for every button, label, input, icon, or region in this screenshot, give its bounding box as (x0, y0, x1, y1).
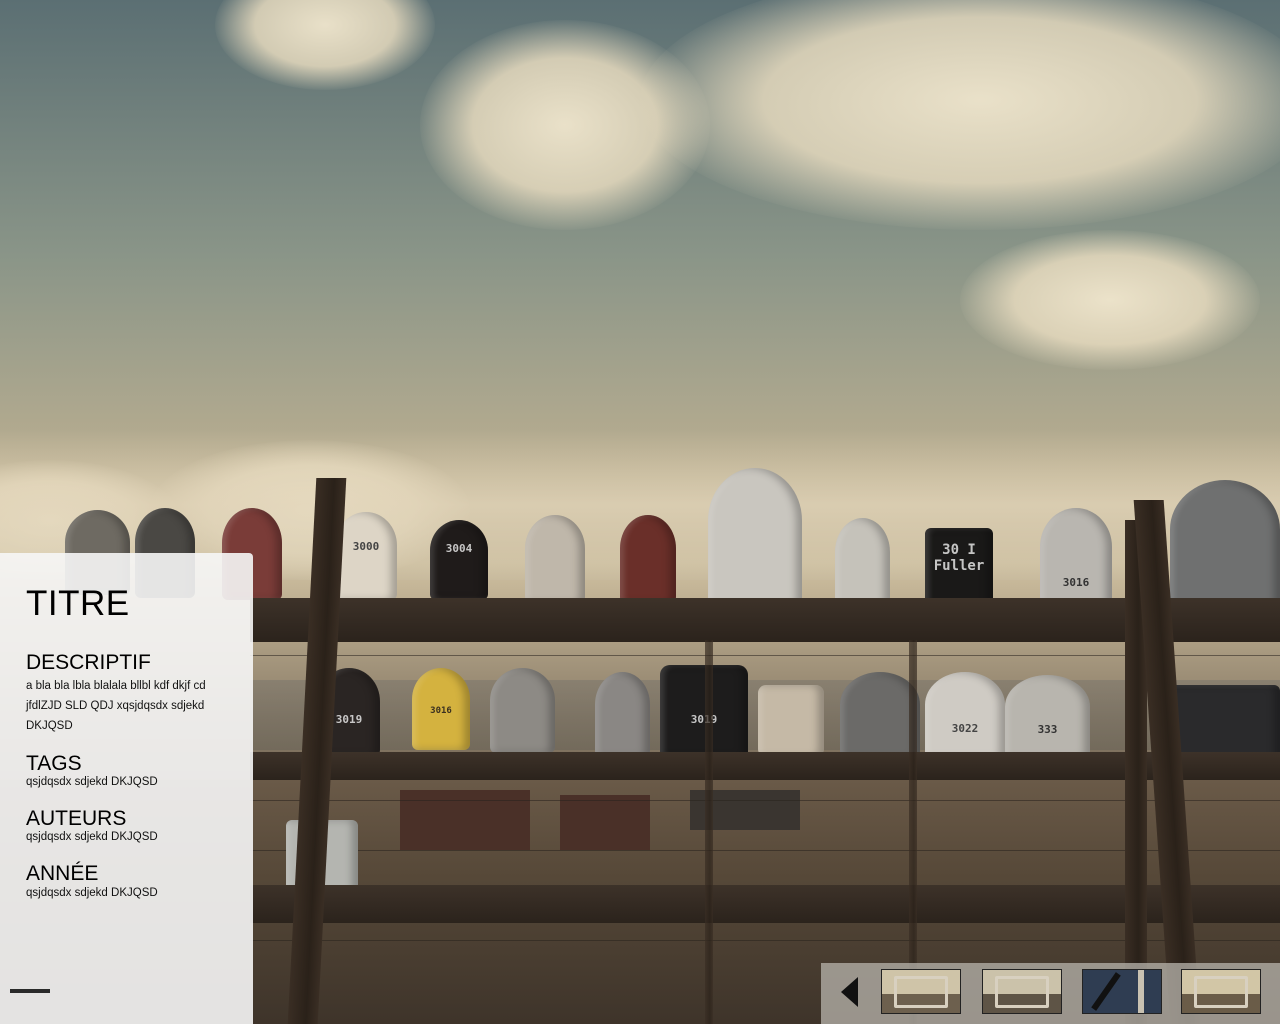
mailbox-number: 30 I Fuller (933, 542, 985, 574)
shed (400, 790, 530, 850)
shed (560, 795, 650, 850)
mailbox-number: 3019 (690, 713, 718, 726)
mailbox-number: 3016 (1062, 576, 1090, 589)
cloud (215, 0, 435, 90)
thumbnail-frame (1194, 976, 1248, 1008)
mailbox-number: 3016 (430, 706, 452, 716)
mailbox: 3000 (335, 512, 397, 600)
mailbox-number: 3022 (951, 722, 979, 735)
mailbox (595, 672, 650, 757)
mailbox (620, 515, 676, 603)
description-heading: DESCRIPTIF (26, 651, 151, 674)
fence-post (705, 640, 713, 1024)
mailbox: 3016 (1040, 508, 1112, 610)
mailbox: 3022 (925, 672, 1005, 758)
cloud (960, 230, 1260, 370)
mailbox (840, 672, 920, 758)
tags-heading: TAGS (26, 752, 82, 775)
thumbnail[interactable] (1082, 969, 1162, 1014)
mailbox (758, 685, 824, 757)
authors-heading: AUTEURS (26, 807, 127, 830)
mailbox: 3004 (430, 520, 488, 600)
minimize-panel-button[interactable] (10, 989, 50, 993)
thumbnail[interactable] (982, 969, 1062, 1014)
description-text: a bla bla lbla blalala bllbl kdf dkjf cd… (26, 680, 206, 732)
mailbox: 333 (1005, 675, 1090, 758)
triangle-left-icon[interactable] (841, 977, 858, 1007)
mailbox (835, 518, 890, 608)
mailbox (525, 515, 585, 603)
thumbnail-frame (995, 976, 1049, 1008)
photo-viewer: 3000 3004 30 I Fuller 3016 3019 3016 301… (0, 0, 1280, 1024)
tags-text: qsjdqsdx sdjekd DKJQSD (26, 776, 158, 788)
mailbox: 3019 (660, 665, 748, 757)
thumbnail-beam (1138, 970, 1144, 1013)
mailbox-number: 3000 (352, 540, 380, 553)
year-text: qsjdqsdx sdjekd DKJQSD (26, 887, 158, 899)
mailbox: 30 I Fuller (925, 528, 993, 608)
photo-title: TITRE (26, 584, 130, 623)
cloud (640, 0, 1280, 230)
mailbox (1170, 480, 1280, 610)
mailbox: 3016 (412, 668, 470, 750)
thumbnail[interactable] (1181, 969, 1261, 1014)
authors-text: qsjdqsdx sdjekd DKJQSD (26, 831, 158, 843)
thumbnail[interactable] (881, 969, 961, 1014)
year-heading: ANNÉE (26, 862, 99, 885)
mailbox (708, 468, 802, 606)
mailbox (490, 668, 555, 753)
thumbnail-frame (894, 976, 948, 1008)
mailbox-number: 3004 (445, 542, 473, 555)
mailbox-number: 333 (1037, 723, 1058, 736)
